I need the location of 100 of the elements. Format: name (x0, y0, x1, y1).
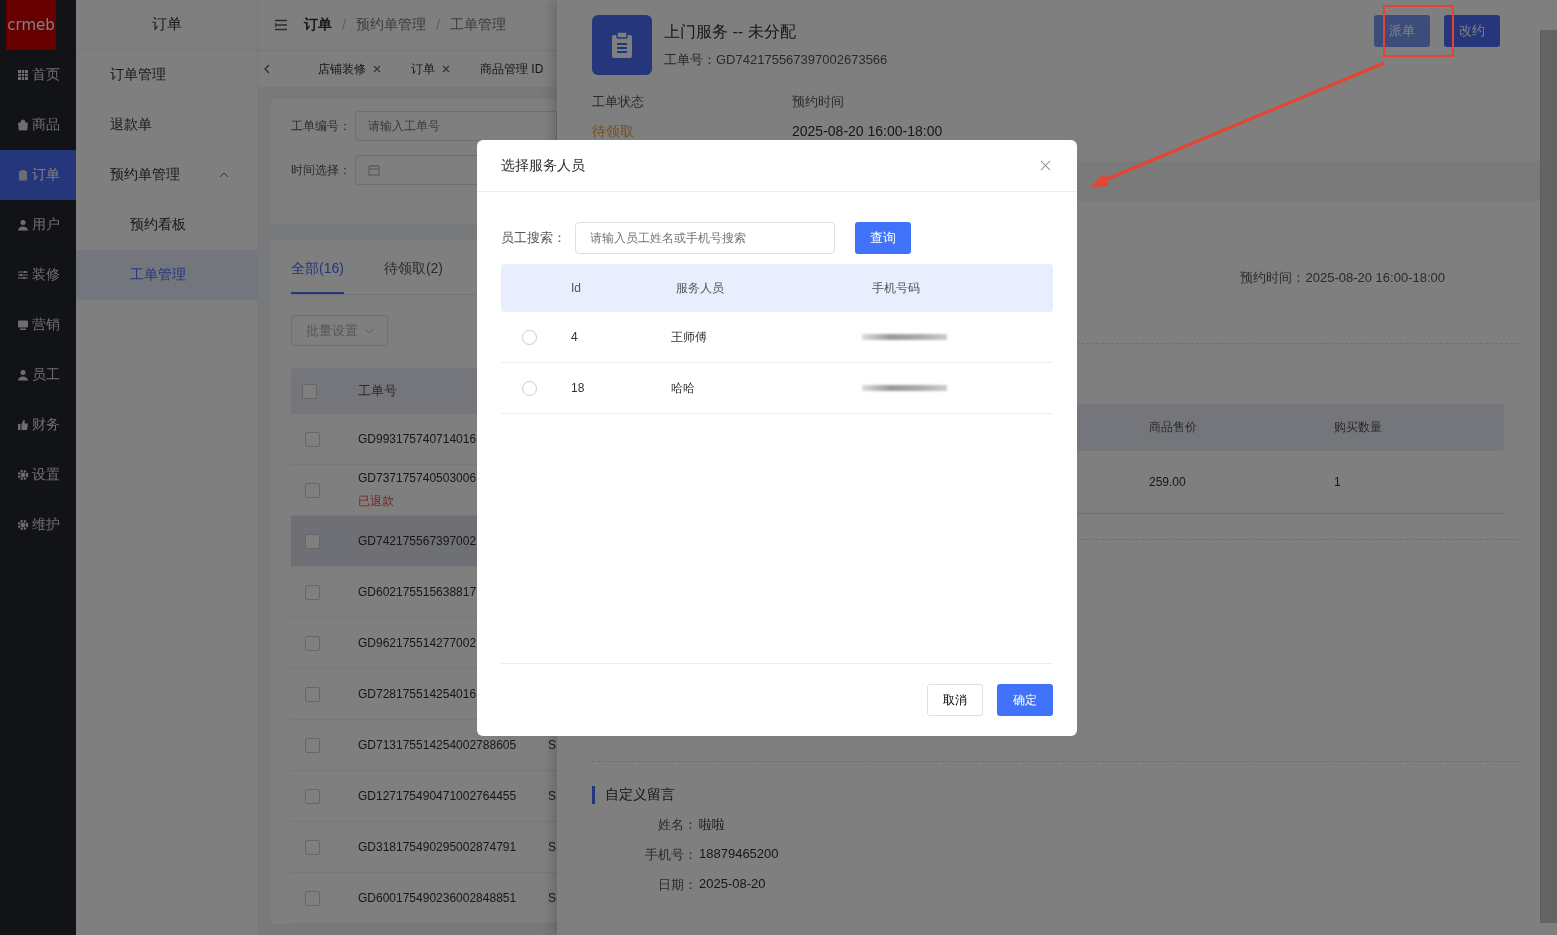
column-header: Id (570, 281, 582, 295)
table-cell-text: 259.00 (1149, 475, 1187, 489)
logo: crmeb (6, 0, 56, 50)
checkbox[interactable] (305, 737, 320, 753)
sidebar-item[interactable]: 设置 (0, 450, 76, 500)
close-icon[interactable] (442, 65, 450, 73)
page-tab[interactable]: 订单 (411, 60, 450, 78)
search-field[interactable]: 请输入员工姓名或手机号搜索 (575, 222, 835, 254)
action-button[interactable]: 改约 (1444, 15, 1500, 47)
monitor-icon (16, 319, 29, 331)
table-cell-text: GD742175567397002 (358, 534, 478, 548)
table-row[interactable]: GD127175490471002764455 S (291, 771, 557, 822)
breadcrumb-item[interactable]: 工单管理 (449, 16, 506, 34)
clipboard-icon (16, 169, 29, 181)
refund-status: 已退款 (358, 492, 395, 510)
cancel-button[interactable]: 取消 (927, 684, 983, 716)
field-label: 工单编号： (291, 117, 351, 135)
bag-icon (16, 119, 29, 131)
clipboard-icon (592, 15, 652, 75)
column-header: 购买数量 (1334, 419, 1383, 436)
confirm-button[interactable]: 确定 (997, 684, 1053, 716)
scrollbar[interactable] (1540, 30, 1557, 923)
tab[interactable]: 待领取(2) (383, 256, 444, 294)
menu-item[interactable]: 工单管理 (76, 250, 257, 300)
checkbox[interactable] (305, 533, 320, 549)
gear-icon (16, 469, 29, 481)
info-value: 2025-08-20 16:00-18:00 (792, 123, 944, 139)
info-label: 预约时间 (792, 93, 845, 111)
checkbox[interactable] (305, 839, 320, 855)
table-cell: S (548, 789, 556, 803)
appointment-time: 预约时间：2025-08-20 16:00-18:00 (1240, 269, 1445, 287)
sidebar-item[interactable]: 财务 (0, 400, 76, 450)
sidebar-item[interactable]: 员工 (0, 350, 76, 400)
section-title: 自定义留言 (592, 786, 675, 804)
menu-item[interactable]: 预约单管理 (76, 150, 257, 200)
menu-item[interactable]: 预约看板 (76, 200, 257, 250)
breadcrumb-separator: / (435, 17, 440, 33)
field-label: 姓名： (657, 816, 697, 834)
table-row[interactable]: GD318175490295002874791 S (291, 822, 557, 873)
table-cell-text: GD728175514254016 (358, 687, 478, 701)
table-cell-text: GD600175490236002848851 (358, 891, 518, 905)
person-icon (16, 219, 29, 231)
menu-icon[interactable] (274, 19, 288, 31)
action-button[interactable]: 派单 (1374, 15, 1430, 47)
checkbox[interactable] (305, 686, 320, 702)
table-cell-text: 4 (570, 330, 579, 344)
sidebar-item[interactable]: 订单 (0, 150, 76, 200)
menu-item[interactable]: 订单管理 (76, 50, 257, 100)
highlight-box (1383, 5, 1454, 57)
checkbox[interactable] (305, 584, 320, 600)
field-value: 啦啦 (699, 816, 725, 834)
table-cell-text: 王师傅 (670, 328, 708, 346)
field-label: 时间选择： (291, 161, 351, 179)
page-tab[interactable]: 商品管理 ID (480, 60, 544, 78)
dialog-title: 选择服务人员 (501, 156, 585, 175)
chevron-left-icon[interactable] (264, 64, 270, 74)
checkbox[interactable] (305, 482, 320, 498)
checkbox[interactable] (305, 788, 320, 804)
drawer-title: 上门服务 -- 未分配 (664, 22, 797, 42)
breadcrumb-item[interactable]: 预约单管理 (355, 16, 426, 34)
menu-item[interactable]: 退款单 (76, 100, 257, 150)
calendar-icon (368, 164, 380, 176)
checkbox[interactable] (305, 890, 320, 906)
sidebar-item[interactable]: 装修 (0, 250, 76, 300)
menu-title: 订单 (76, 0, 257, 50)
page-tab[interactable]: 店铺装修 (318, 60, 381, 78)
order-number: 工单号：GD742175567397002673566 (664, 51, 889, 69)
table-cell-text: 1 (1334, 475, 1342, 489)
table-cell-text: 哈哈 (670, 379, 696, 397)
table-row[interactable]: GD600175490236002848851 S (291, 873, 557, 924)
checkbox[interactable] (302, 383, 317, 399)
table-cell-text: GD737175740503006 (358, 470, 478, 485)
table-cell-text: GD713175514254002788605 (358, 738, 518, 752)
search-button[interactable]: 查询 (855, 222, 911, 254)
table-cell: S (548, 891, 556, 905)
table-cell: S (548, 738, 556, 752)
tab[interactable]: 全部(16) (291, 256, 344, 294)
table-cell-text: GD602175515638817 (358, 585, 478, 599)
sidebar-item[interactable]: 首页 (0, 50, 76, 100)
field-label: 日期： (657, 876, 697, 894)
breadcrumb-item[interactable]: 订单 (304, 16, 332, 34)
table-cell-text: 18 (570, 381, 586, 395)
checkbox[interactable] (305, 431, 320, 447)
checkbox[interactable] (305, 635, 320, 651)
field-value: 18879465200 (699, 846, 779, 863)
sidebar-item[interactable]: 维护 (0, 500, 76, 550)
hand-icon (16, 419, 29, 431)
input-field[interactable]: 请输入工单号 (355, 111, 557, 141)
chevron-down-icon (363, 327, 374, 334)
field-label: 员工搜索： (501, 229, 567, 247)
close-icon[interactable] (1040, 160, 1051, 171)
column-header: 手机号码 (871, 279, 921, 297)
table-cell: S (548, 840, 556, 854)
close-icon[interactable] (373, 65, 381, 73)
column-header: 工单号 (358, 382, 397, 400)
sidebar-item[interactable]: 商品 (0, 100, 76, 150)
field-value: 2025-08-20 (699, 876, 766, 893)
info-label: 工单状态 (592, 93, 645, 111)
sidebar-item[interactable]: 用户 (0, 200, 76, 250)
sidebar-item[interactable]: 营销 (0, 300, 76, 350)
